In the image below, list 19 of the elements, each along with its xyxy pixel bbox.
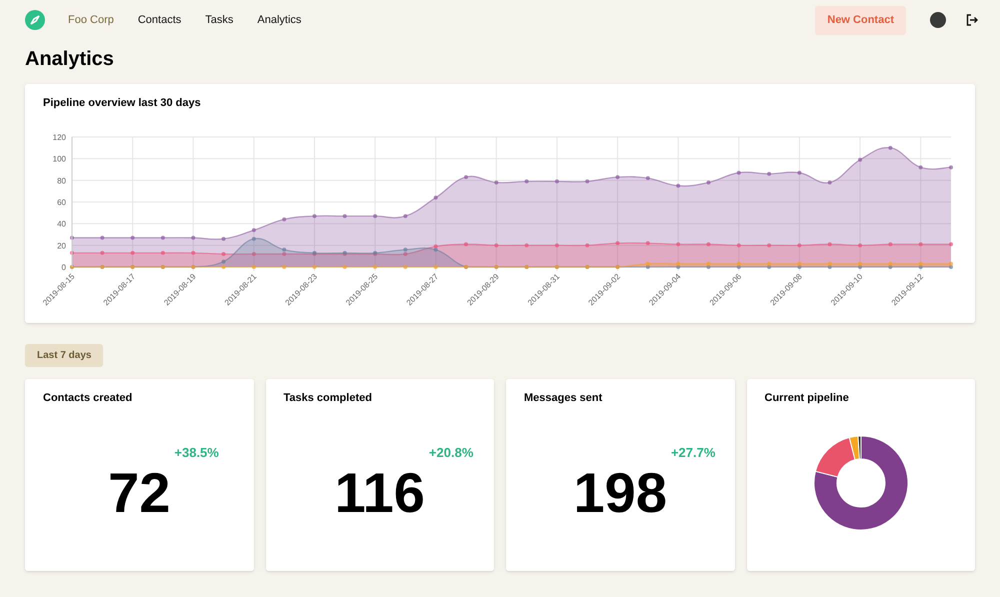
y-axis-label: 80 xyxy=(57,176,66,186)
change-percent: +38.5% xyxy=(174,444,219,462)
card-title: Messages sent xyxy=(524,391,604,405)
page-title: Analytics xyxy=(25,47,115,71)
y-axis-label: 60 xyxy=(57,198,66,207)
card-title: Current pipeline xyxy=(764,391,850,405)
change-percent: +27.7% xyxy=(670,444,716,462)
y-axis-label: 120 xyxy=(52,133,66,142)
y-axis-label: 100 xyxy=(52,154,66,164)
stat-value: 72 xyxy=(108,461,170,525)
change-percent: +20.8% xyxy=(428,444,474,462)
stat-value: 116 xyxy=(334,461,425,525)
chart-title: Pipeline overview last 30 days xyxy=(43,96,202,110)
stat-value: 198 xyxy=(574,461,667,525)
card-title: Contacts created xyxy=(43,391,134,405)
y-axis-label: 40 xyxy=(57,220,66,229)
y-axis-label: 20 xyxy=(57,241,66,250)
card-title: Tasks completed xyxy=(284,391,373,405)
y-axis-label: 0 xyxy=(62,263,66,272)
